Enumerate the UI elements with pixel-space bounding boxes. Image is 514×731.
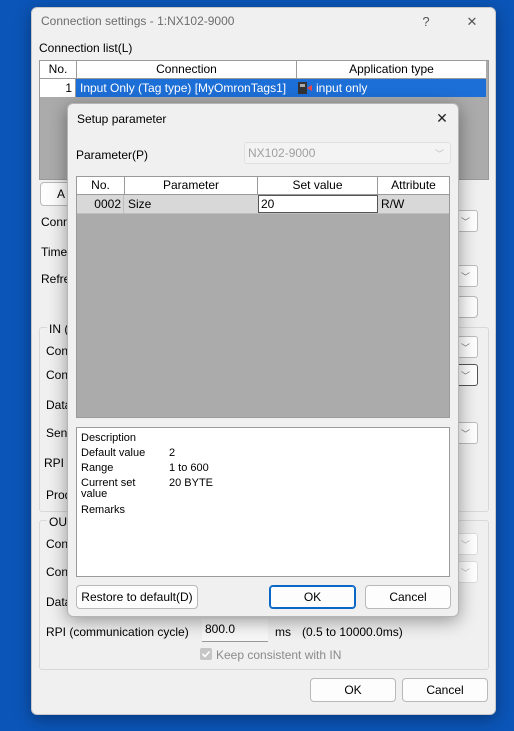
range-value: 1 to 600 [169,462,209,474]
cancel-button[interactable]: Cancel [402,678,488,702]
out-con1-label: Con [46,537,69,551]
in-sen-label: Sen [46,426,68,440]
table-row[interactable]: 1 Input Only (Tag type) [MyOmronTags1] i… [40,79,486,97]
col-no: No. [40,61,77,78]
dialog-ok-label: OK [303,590,322,604]
connection-table-header: No. Connection Application type [40,61,486,79]
dialog-close-icon[interactable]: ✕ [432,109,452,127]
ok-button[interactable]: OK [310,678,396,702]
col-no: No. [77,177,125,194]
default-value-label: Default value [81,447,146,459]
restore-default-button[interactable]: Restore to default(D) [76,585,198,609]
current-set-label-2: value [81,488,108,500]
range-label: Range [81,462,114,474]
dialog-ok-button[interactable]: OK [269,585,356,609]
rpi-range: (0.5 to 10000.0ms) [302,625,403,639]
dialog-cancel-button[interactable]: Cancel [365,585,451,609]
keep-consistent-checkbox[interactable] [200,648,212,660]
time-label: Time [41,245,68,259]
description-pane: Description Default value 2 Range 1 to 6… [76,427,450,577]
current-set-value: 20 BYTE [169,477,214,489]
col-attribute: Attribute [391,178,436,192]
default-value: 2 [169,447,176,459]
setup-parameter-dialog: Setup parameter ✕ Parameter(P) NX102-900… [67,103,459,617]
help-icon[interactable]: ? [416,13,436,31]
chevron-down-icon: ﹀ [461,540,471,550]
chevron-down-icon: ﹀ [461,371,471,381]
close-icon[interactable]: ✕ [462,13,482,31]
col-application-type: Application type [349,62,434,76]
restore-default-label: Restore to default(D) [81,590,193,604]
cancel-button-label: Cancel [426,683,464,697]
add-button-label: A [56,187,65,201]
check-icon [201,650,211,658]
parameter-grid[interactable]: No. Parameter Set value Attribute 0002 S… [76,176,450,418]
ok-button-label: OK [344,683,362,697]
conn-label: Conn [41,215,70,229]
remarks-label: Remarks [81,504,126,516]
input-only-icon [298,82,312,94]
in-con2-label: Con [46,368,69,382]
connection-list-label: Connection list(L) [39,41,133,55]
rpi-value: 800.0 [205,622,236,636]
table-row[interactable]: 0002 Size 20 R/W [77,195,449,214]
row-attribute: R/W [381,197,405,211]
chevron-down-icon: ﹀ [461,429,471,439]
col-parameter: Parameter [125,177,258,194]
set-value: 20 [261,197,275,211]
chevron-down-icon: ﹀ [461,343,471,353]
dialog-title: Setup parameter [77,112,167,126]
chevron-down-icon: ﹀ [461,217,471,227]
parameter-combo-value: NX102-9000 [248,146,316,160]
parameter-grid-header: No. Parameter Set value Attribute [77,177,449,195]
window-title: Connection settings - 1:NX102-9000 [41,14,235,28]
row-connection: Input Only (Tag type) [MyOmronTags1] [80,81,287,95]
dialog-cancel-label: Cancel [389,590,427,604]
chevron-down-icon: ﹀ [461,272,471,282]
refresh-label: Refre [41,272,71,286]
row-application-type: input only [316,81,368,95]
in-con1-label: Con [46,344,69,358]
chevron-down-icon: ﹀ [435,149,445,159]
row-no: 1 [40,79,76,97]
out-con2-label: Con [46,565,69,579]
row-parameter: Size [128,197,152,211]
parameter-label: Parameter(P) [76,148,149,162]
description-title: Description [81,432,137,444]
rpi-unit: ms [275,625,291,639]
row-no: 0002 [77,195,124,213]
rpi-label: RPI (communication cycle) [46,625,189,639]
parameter-combo[interactable]: NX102-9000 ﹀ [244,142,451,164]
chevron-down-icon: ﹀ [461,568,471,578]
rpi-input[interactable]: 800.0 [202,619,268,642]
title-bar: Connection settings - 1:NX102-9000 ? ✕ [32,8,495,36]
set-value-input[interactable]: 20 [258,195,378,213]
keep-consistent-label: Keep consistent with IN [216,648,342,662]
col-set-value: Set value [258,177,378,194]
col-connection: Connection [77,61,297,78]
